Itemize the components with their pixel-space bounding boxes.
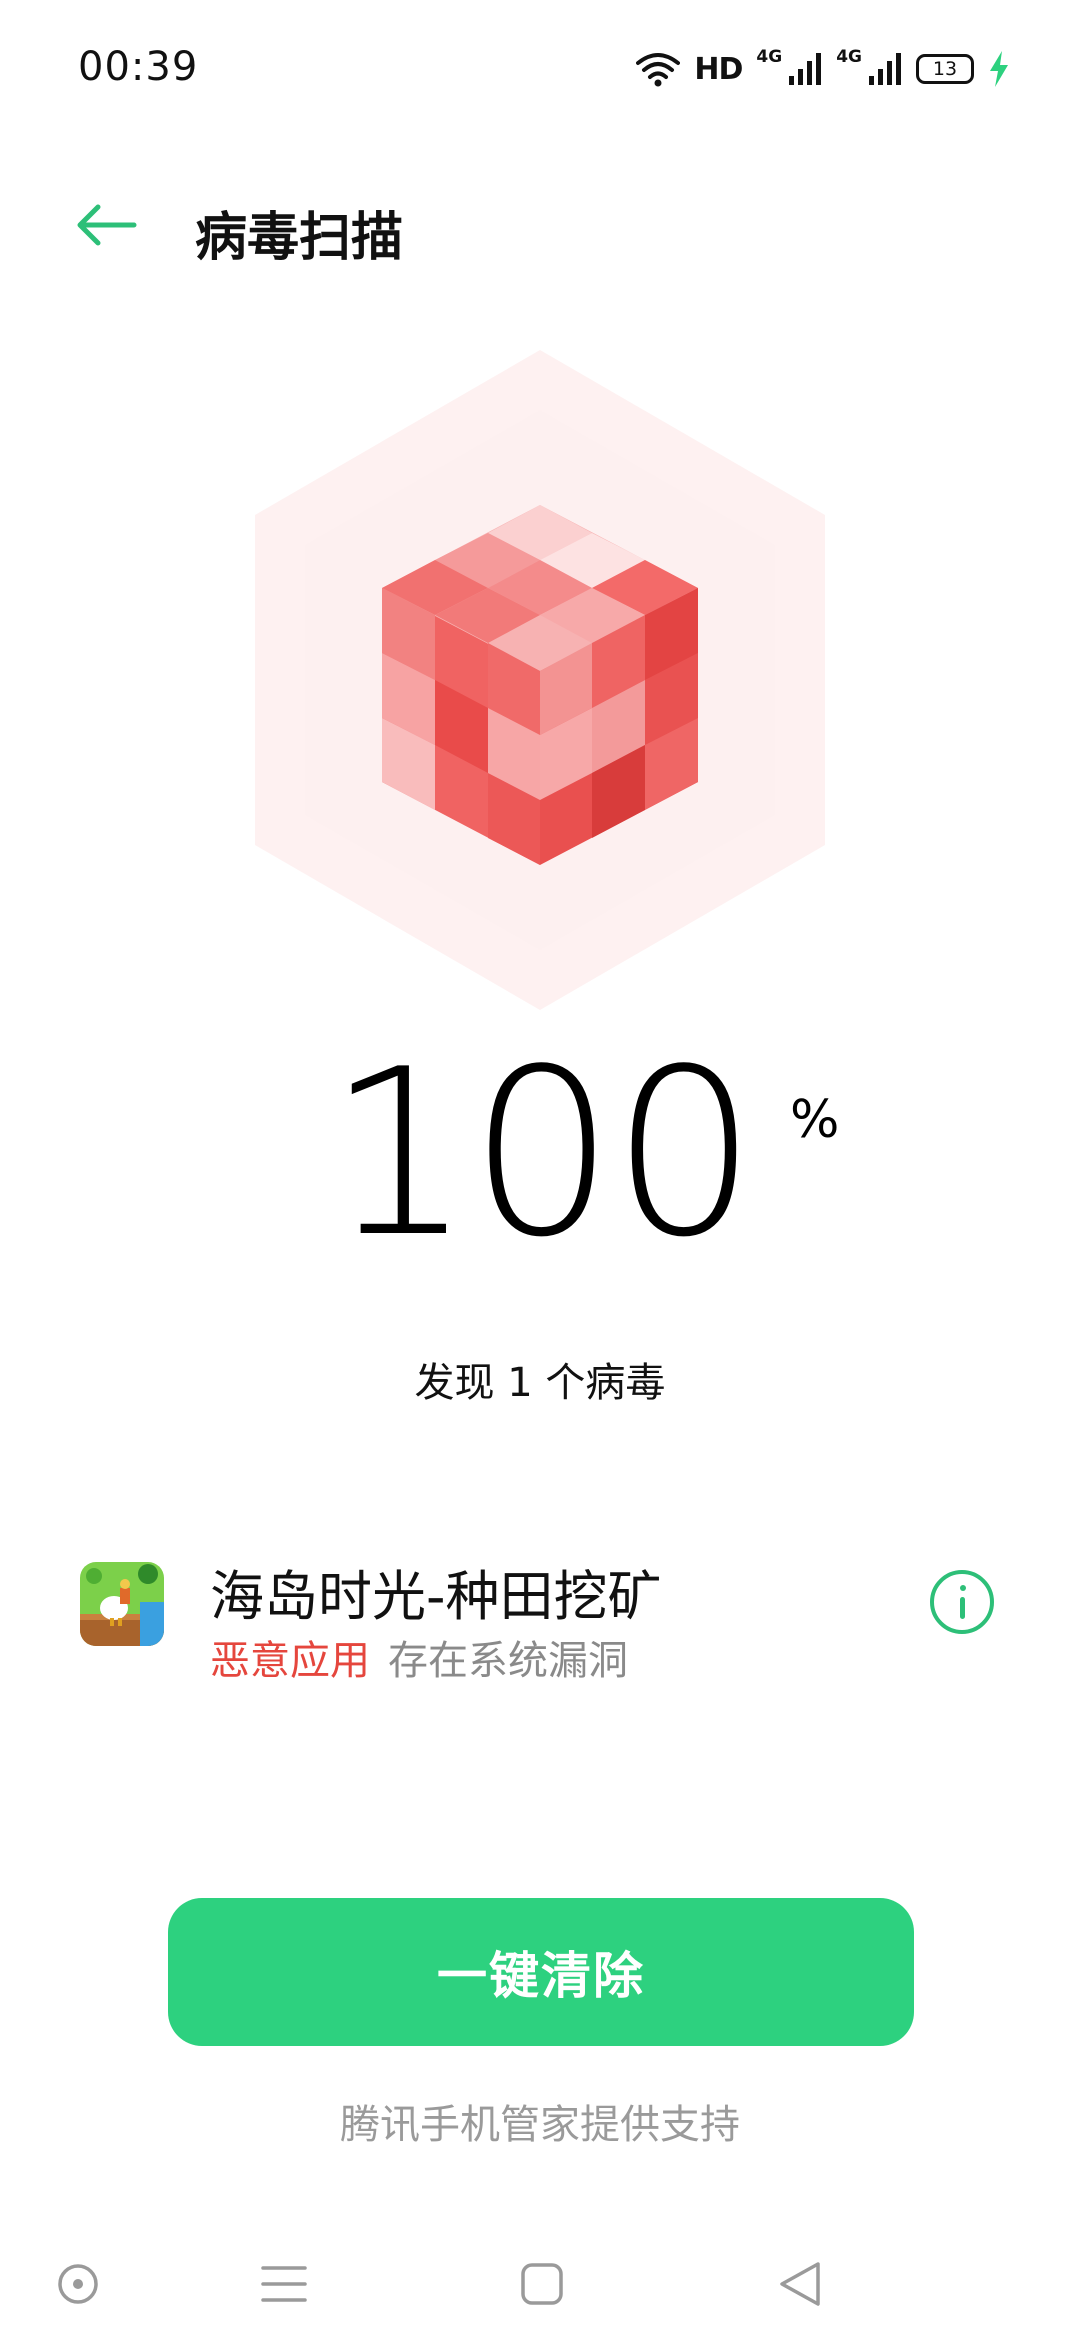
home-button[interactable]: [502, 2244, 582, 2324]
battery-icon: 13: [916, 54, 974, 84]
progress-unit: %: [790, 1090, 840, 1150]
home-icon: [521, 2263, 563, 2305]
battery-level: 13: [932, 58, 958, 80]
status-icons: HD 4G 4G 13: [636, 44, 1010, 94]
signal-icon: [789, 53, 822, 85]
hd-label: HD: [694, 51, 743, 87]
network-label: 4G: [836, 47, 862, 67]
signal-icon: [869, 53, 901, 85]
game-app-icon: [80, 1562, 164, 1646]
assistant-button[interactable]: [38, 2244, 118, 2324]
back-icon: [780, 2262, 820, 2306]
threat-app-name: 海岛时光-种田挖矿: [210, 1565, 662, 1628]
status-time: 00:39: [78, 44, 199, 90]
wifi-icon: [636, 53, 681, 87]
info-icon-dot: [960, 1585, 966, 1591]
nav-back-button[interactable]: [760, 2244, 840, 2324]
threat-description: 存在系统漏洞: [388, 1638, 628, 1684]
network-label: 4G: [756, 47, 783, 67]
threat-meta: 恶意应用 存在系统漏洞: [210, 1628, 628, 1686]
info-icon[interactable]: [930, 1570, 994, 1634]
scan-progress: 100: [326, 1021, 758, 1288]
virus-cube-illustration: [255, 350, 825, 1010]
scan-result: 发现 1 个病毒: [414, 1360, 666, 1406]
page-title: 病毒扫描: [195, 208, 404, 268]
assistant-icon: [58, 2264, 98, 2304]
one-click-clean-button[interactable]: 一键清除: [168, 1898, 914, 2046]
info-icon-bar: [960, 1597, 965, 1619]
threat-type: 恶意应用: [210, 1638, 370, 1684]
menu-icon: [261, 2266, 307, 2302]
back-button[interactable]: [60, 185, 152, 265]
system-nav-bar: [0, 2220, 1080, 2340]
back-arrow-icon: [77, 204, 137, 246]
status-bar: 00:39 HD 4G 4G 13: [0, 0, 1080, 150]
charging-icon: [990, 51, 1008, 87]
powered-by-text: 腾讯手机管家提供支持: [340, 2102, 740, 2148]
threat-item[interactable]: 海岛时光-种田挖矿 恶意应用 存在系统漏洞: [0, 1530, 1080, 1700]
virus-scan-screen: 00:39 HD 4G 4G 13 病毒扫描 100 % 发现 1 个病毒 海岛…: [0, 0, 1080, 2340]
menu-button[interactable]: [244, 2244, 324, 2324]
